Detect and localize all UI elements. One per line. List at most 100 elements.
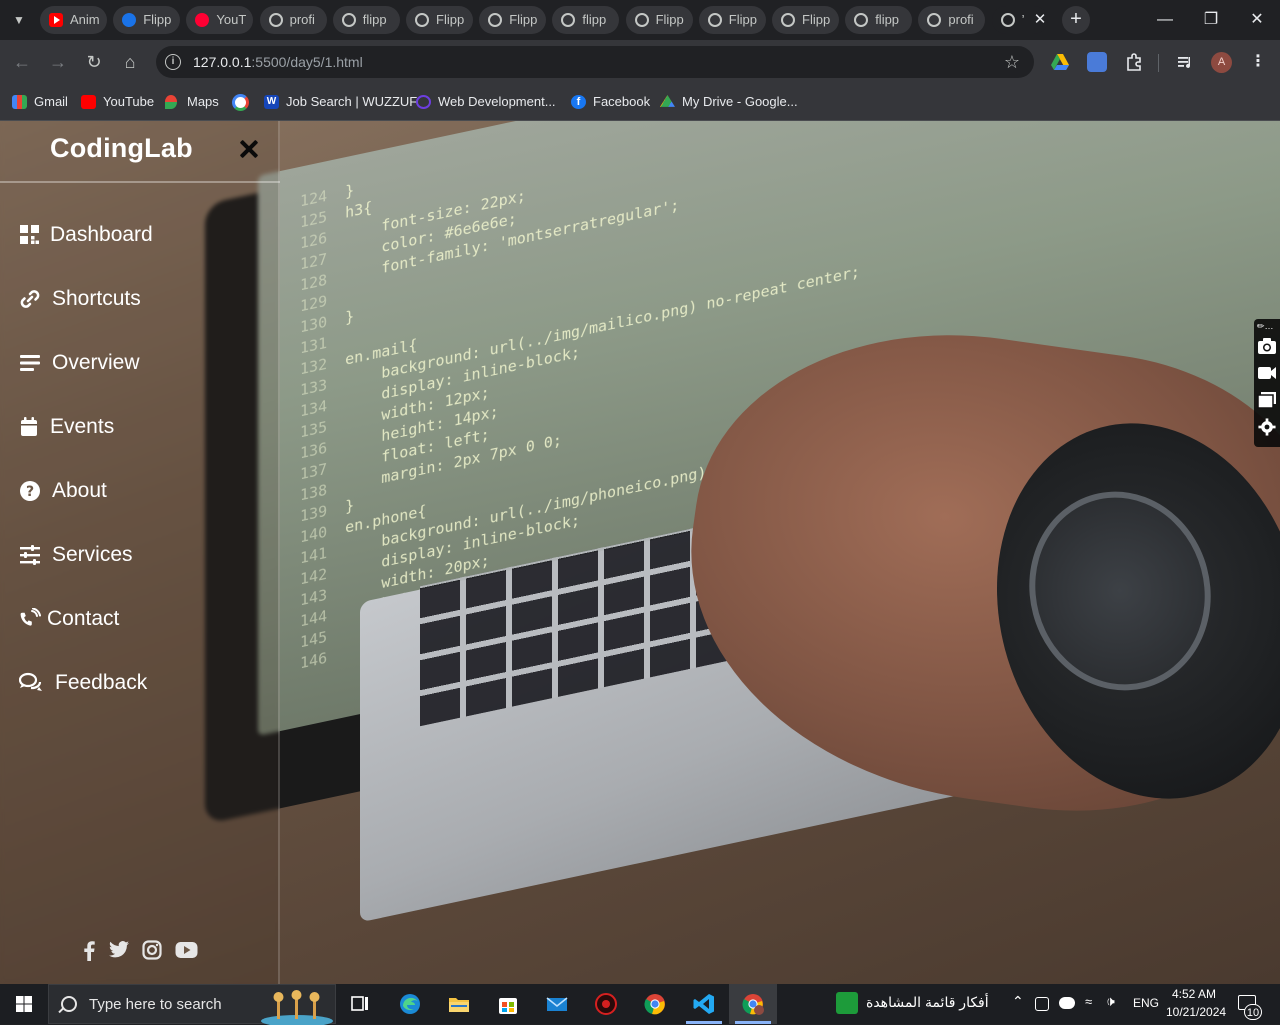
browser-tab[interactable]: Flipp bbox=[698, 6, 766, 34]
close-tab-icon[interactable]: ✕ bbox=[1030, 8, 1050, 32]
bookmark-label: Web Development... bbox=[438, 94, 556, 109]
home-icon[interactable]: ⌂ bbox=[116, 48, 144, 76]
tab-title: profi bbox=[948, 12, 974, 27]
sidebar-item-label: Feedback bbox=[55, 671, 148, 694]
instagram-icon[interactable] bbox=[142, 939, 162, 961]
new-tab-button[interactable]: + bbox=[1062, 6, 1090, 34]
youtube-icon bbox=[49, 13, 63, 27]
bookmark-youtube[interactable]: YouTube bbox=[81, 92, 154, 112]
chrome-profile-icon[interactable] bbox=[729, 984, 777, 1024]
task-view-icon[interactable] bbox=[336, 984, 384, 1024]
bookmark-facebook[interactable]: f Facebook bbox=[571, 92, 650, 112]
pin-icon[interactable]: ✏… bbox=[1257, 321, 1274, 332]
globe-icon bbox=[781, 13, 795, 27]
browser-tab[interactable]: Flipp bbox=[479, 6, 547, 34]
browser-tab[interactable]: flipp bbox=[845, 6, 913, 34]
bookmark-web-development[interactable]: Web Development... bbox=[416, 92, 556, 112]
gmail-icon bbox=[12, 95, 27, 109]
code-line-number: 146 bbox=[300, 648, 328, 673]
close-sidebar-icon[interactable] bbox=[236, 137, 262, 163]
edge-icon[interactable] bbox=[386, 984, 434, 1024]
bookmark-label: Maps bbox=[187, 94, 219, 109]
sidebar-item-events[interactable]: Events bbox=[0, 395, 280, 459]
profile-avatar[interactable]: A bbox=[1211, 52, 1232, 73]
sidebar-item-shortcuts[interactable]: Shortcuts bbox=[0, 267, 280, 331]
minimize-icon[interactable]: — bbox=[1142, 0, 1188, 40]
browser-tab[interactable]: profi bbox=[259, 6, 327, 34]
news-widget-icon[interactable] bbox=[836, 992, 858, 1014]
site-info-icon[interactable]: i bbox=[165, 54, 181, 70]
browser-tab[interactable]: Flipp bbox=[406, 6, 473, 34]
mail-icon[interactable] bbox=[533, 984, 581, 1024]
restore-icon[interactable]: ❐ bbox=[1188, 0, 1234, 40]
bookmark-label: Gmail bbox=[34, 94, 68, 109]
reload-icon[interactable]: ↻ bbox=[80, 48, 108, 76]
extensions-puzzle-icon[interactable] bbox=[1124, 52, 1144, 72]
bookmark-wuzzuf[interactable]: W Job Search | WUZZUF bbox=[264, 92, 417, 112]
tab-title: flipp bbox=[362, 12, 387, 27]
file-explorer-icon[interactable] bbox=[435, 984, 483, 1024]
media-controls-icon[interactable] bbox=[1176, 52, 1196, 72]
sidebar-item-services[interactable]: Services bbox=[0, 523, 280, 587]
antivirus-icon[interactable] bbox=[582, 984, 630, 1024]
browser-tab[interactable]: Flipp bbox=[772, 6, 839, 34]
video-camera-icon[interactable] bbox=[1257, 364, 1277, 382]
bookmark-star-icon[interactable]: ☆ bbox=[1004, 46, 1020, 78]
language-indicator[interactable]: ENG bbox=[1133, 996, 1159, 1010]
browser-tab[interactable]: profi bbox=[918, 6, 986, 34]
bookmark-maps[interactable]: Maps bbox=[165, 92, 219, 112]
taskbar-search-box[interactable]: Type here to search bbox=[48, 984, 336, 1025]
onedrive-cloud-icon[interactable] bbox=[1059, 997, 1075, 1009]
bookmark-label: Facebook bbox=[593, 94, 651, 109]
sidebar-item-overview[interactable]: Overview bbox=[0, 331, 280, 395]
wifi-icon[interactable]: ≈ bbox=[1085, 994, 1092, 1009]
bookmark-my-drive[interactable]: My Drive - Google... bbox=[660, 92, 798, 112]
sidebar-item-dashboard[interactable]: Dashboard bbox=[0, 203, 280, 267]
news-widget-text[interactable]: أفكار قائمة المشاهدة bbox=[866, 994, 989, 1011]
bookmark-google[interactable] bbox=[232, 92, 249, 112]
address-bar[interactable]: i 127.0.0.1:5500/day5/1.html ☆ bbox=[156, 46, 1034, 78]
tab-title: flipp bbox=[875, 12, 900, 27]
settings-gear-icon[interactable] bbox=[1257, 418, 1277, 436]
screen-capture-toolbar: ✏… bbox=[1254, 319, 1280, 447]
tab-search-chevron-icon[interactable]: ▼ bbox=[6, 8, 32, 32]
youtube-icon[interactable] bbox=[175, 939, 198, 961]
close-window-icon[interactable]: ✕ bbox=[1234, 0, 1280, 40]
bookmark-label: My Drive - Google... bbox=[682, 94, 798, 109]
vscode-icon[interactable] bbox=[680, 984, 728, 1024]
globe-icon bbox=[927, 13, 942, 27]
twitter-icon[interactable] bbox=[108, 939, 130, 961]
google-drive-icon bbox=[660, 95, 675, 107]
sidebar-item-contact[interactable]: Contact bbox=[0, 587, 280, 651]
menu-kebab-icon[interactable]: ⋮ bbox=[1248, 50, 1268, 74]
sidebar-item-about[interactable]: ? About bbox=[0, 459, 280, 523]
browser-tab[interactable]: flipp bbox=[552, 6, 620, 34]
windows-start-icon[interactable] bbox=[0, 984, 48, 1024]
dashboard-icon bbox=[20, 225, 39, 244]
facebook-icon[interactable] bbox=[82, 939, 96, 961]
forward-arrow-icon[interactable]: → bbox=[44, 48, 72, 76]
notification-count-badge: 10 bbox=[1244, 1004, 1262, 1020]
brand-logo[interactable]: CodingLab bbox=[50, 133, 193, 164]
chrome-icon[interactable] bbox=[631, 984, 679, 1024]
browser-tab[interactable]: Anim bbox=[40, 6, 107, 34]
meet-now-icon[interactable] bbox=[1035, 997, 1049, 1011]
browser-tab[interactable]: flipp bbox=[332, 6, 400, 34]
browser-tab[interactable]: Flipp bbox=[625, 6, 693, 34]
browser-tab[interactable]: Flipp bbox=[113, 6, 181, 34]
back-arrow-icon[interactable]: ← bbox=[8, 48, 36, 76]
microsoft-store-icon[interactable] bbox=[484, 984, 532, 1024]
web-dev-icon bbox=[416, 95, 431, 109]
google-drive-extension-icon[interactable] bbox=[1050, 52, 1070, 72]
clock-date[interactable]: 10/21/2024 bbox=[1166, 1005, 1226, 1019]
sidebar-item-feedback[interactable]: Feedback bbox=[0, 651, 280, 715]
camera-icon[interactable] bbox=[1257, 337, 1277, 355]
url-text[interactable]: 127.0.0.1:5500/day5/1.html bbox=[193, 46, 363, 78]
bookmark-gmail[interactable]: Gmail bbox=[12, 92, 68, 112]
volume-icon[interactable]: 🕩 bbox=[1106, 993, 1115, 1010]
clock-time[interactable]: 4:52 AM bbox=[1172, 987, 1216, 1001]
window-capture-icon[interactable] bbox=[1257, 391, 1277, 409]
browser-tab[interactable]: YouT bbox=[186, 6, 254, 34]
google-translate-icon[interactable] bbox=[1087, 52, 1107, 72]
show-hidden-icons-chevron-icon[interactable]: ⌃ bbox=[1012, 993, 1024, 1010]
